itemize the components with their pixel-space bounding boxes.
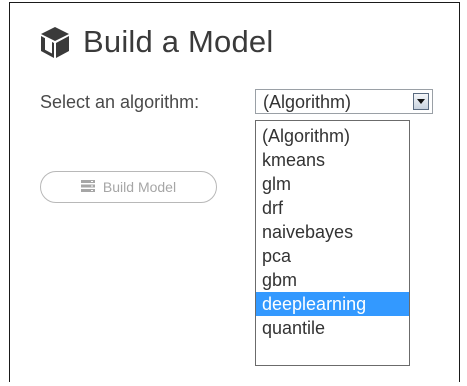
chevron-down-icon xyxy=(417,98,425,104)
option-gbm[interactable]: gbm xyxy=(256,268,409,292)
option-kmeans[interactable]: kmeans xyxy=(256,148,409,172)
option-deeplearning[interactable]: deeplearning xyxy=(256,292,409,316)
option-naivebayes[interactable]: naivebayes xyxy=(256,220,409,244)
algorithm-dropdown-list: (Algorithm) kmeans glm drf naivebayes pc… xyxy=(255,120,410,366)
server-icon xyxy=(80,179,95,195)
build-model-label: Build Model xyxy=(102,179,177,195)
build-model-panel: Build a Model Select an algorithm: (Algo… xyxy=(9,2,460,382)
cube-icon xyxy=(37,24,73,60)
algorithm-select[interactable]: (Algorithm) xyxy=(255,89,433,114)
title-row: Build a Model xyxy=(37,23,273,61)
algorithm-label: Select an algorithm: xyxy=(40,92,200,112)
option-drf[interactable]: drf xyxy=(256,196,409,220)
page-title: Build a Model xyxy=(83,24,274,59)
option-algorithm[interactable]: (Algorithm) xyxy=(256,124,409,148)
algorithm-select-value: (Algorithm) xyxy=(263,92,352,112)
option-glm[interactable]: glm xyxy=(256,172,409,196)
build-model-button[interactable]: Build Model xyxy=(40,171,217,203)
option-pca[interactable]: pca xyxy=(256,244,409,268)
dropdown-arrow-button[interactable] xyxy=(413,93,429,110)
option-quantile[interactable]: quantile xyxy=(256,316,409,340)
